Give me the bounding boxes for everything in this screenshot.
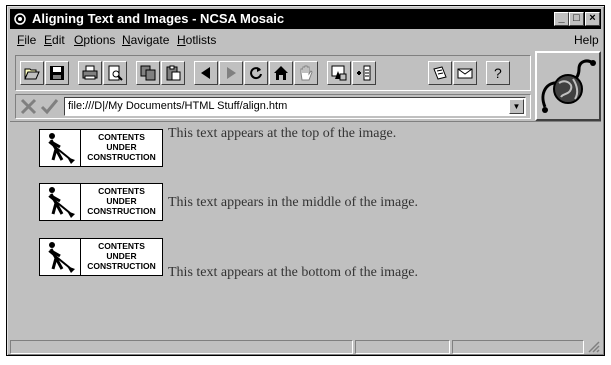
- url-text: file:///D|/My Documents/HTML Stuff/align…: [68, 100, 288, 112]
- under-construction-image: CONTENTS UNDER CONSTRUCTION: [39, 238, 163, 276]
- forward-icon: [227, 67, 236, 79]
- menu-edit[interactable]: Edit: [44, 33, 65, 47]
- image-text-line-2: UNDER: [106, 196, 137, 206]
- help-icon: ?: [494, 65, 502, 81]
- construction-worker-icon: [48, 239, 81, 275]
- under-construction-image: CONTENTS UNDER CONSTRUCTION: [39, 183, 163, 221]
- text-top-aligned: This text appears at the top of the imag…: [168, 126, 397, 141]
- image-text-line-3: CONSTRUCTION: [87, 206, 156, 216]
- url-bar: file:///D|/My Documents/HTML Stuff/align…: [15, 94, 531, 119]
- status-pane-message: [10, 340, 353, 354]
- menu-file[interactable]: File: [17, 33, 36, 47]
- text-bottom-aligned: This text appears at the bottom of the i…: [168, 265, 418, 280]
- svg-text:?: ?: [494, 65, 502, 81]
- print-preview-icon: [108, 65, 123, 81]
- maximize-button[interactable]: □: [569, 12, 584, 26]
- url-field[interactable]: file:///D|/My Documents/HTML Stuff/align…: [64, 97, 526, 116]
- title-bar: Aligning Text and Images - NCSA Mosaic _…: [10, 9, 601, 29]
- stop-button[interactable]: [294, 61, 318, 85]
- back-button[interactable]: [194, 61, 218, 85]
- menu-hotlists[interactable]: Hotlists: [177, 33, 216, 47]
- save-icon: [50, 66, 64, 80]
- stop-hand-icon: [300, 65, 313, 81]
- help-button[interactable]: ?: [486, 61, 510, 85]
- menu-help[interactable]: Help: [574, 33, 599, 47]
- hotlist-button[interactable]: [352, 61, 376, 85]
- construction-worker-icon: [48, 130, 81, 166]
- image-text-line-3: CONSTRUCTION: [87, 152, 156, 162]
- status-pane-info: [452, 340, 584, 354]
- status-bar: [10, 340, 601, 354]
- paste-button[interactable]: [161, 61, 185, 85]
- home-icon: [274, 66, 288, 80]
- mosaic-app-icon[interactable]: [13, 12, 27, 26]
- under-construction-image: CONTENTS UNDER CONSTRUCTION: [39, 129, 163, 167]
- copy-icon: [140, 65, 156, 81]
- image-text-line-2: UNDER: [106, 142, 137, 152]
- forward-button[interactable]: [219, 61, 243, 85]
- home-button[interactable]: [269, 61, 293, 85]
- copy-button[interactable]: [136, 61, 160, 85]
- hotlist-icon: [357, 65, 371, 81]
- content-area: CONTENTS UNDER CONSTRUCTION This text ap…: [10, 121, 601, 341]
- annotate-icon: [433, 66, 447, 80]
- reload-icon: [250, 67, 262, 80]
- save-button[interactable]: [45, 61, 69, 85]
- url-dropdown-button[interactable]: ▼: [509, 99, 524, 114]
- mosaic-globe-icon: [541, 59, 596, 113]
- text-middle-aligned: This text appears in the middle of the i…: [168, 195, 418, 210]
- status-pane-progress: [355, 340, 450, 354]
- mosaic-logo: [535, 51, 601, 121]
- image-text-line-3: CONSTRUCTION: [87, 261, 156, 271]
- toolbar: ?: [15, 55, 531, 91]
- back-icon: [201, 67, 210, 79]
- window-title: Aligning Text and Images - NCSA Mosaic: [32, 11, 285, 26]
- close-button[interactable]: ×: [585, 12, 600, 26]
- open-icon: [24, 68, 40, 80]
- image-text-line-1: CONTENTS: [98, 186, 145, 196]
- menu-navigate[interactable]: Navigate: [122, 33, 169, 47]
- mail-button[interactable]: [453, 61, 477, 85]
- image-text-line-2: UNDER: [106, 251, 137, 261]
- add-hotlist-button[interactable]: [327, 61, 351, 85]
- construction-worker-icon: [48, 184, 81, 220]
- cancel-x-icon[interactable]: [19, 97, 38, 116]
- image-text-line-1: CONTENTS: [98, 241, 145, 251]
- print-button[interactable]: [78, 61, 102, 85]
- print-icon: [82, 65, 98, 80]
- menu-bar: File Edit Options Navigate Hotlists Help: [10, 31, 601, 49]
- open-button[interactable]: [20, 61, 44, 85]
- menu-options[interactable]: Options: [74, 33, 115, 47]
- image-text-line-1: CONTENTS: [98, 132, 145, 142]
- print-preview-button[interactable]: [103, 61, 127, 85]
- annotate-button[interactable]: [428, 61, 452, 85]
- paste-icon: [166, 65, 181, 81]
- resize-grip-icon[interactable]: [587, 340, 600, 353]
- add-hotlist-icon: [331, 65, 347, 81]
- confirm-check-icon[interactable]: [40, 97, 59, 116]
- reload-button[interactable]: [244, 61, 268, 85]
- minimize-button[interactable]: _: [554, 12, 569, 26]
- mail-icon: [457, 68, 473, 79]
- browser-window: Aligning Text and Images - NCSA Mosaic _…: [6, 5, 605, 356]
